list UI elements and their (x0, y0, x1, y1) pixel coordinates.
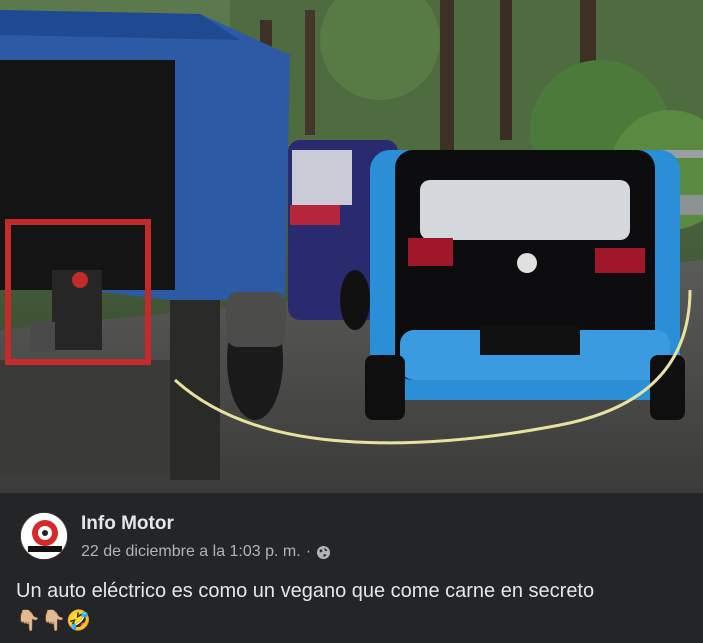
pointing-down-emoji-icon: 👇🏼 (16, 610, 41, 632)
post-meta: 22 de diciembre a la 1:03 p. m. · (81, 543, 331, 561)
post-emojis: 👇🏼 👇🏼 🤣 (16, 608, 91, 634)
post-photo[interactable] (0, 0, 703, 493)
rolling-laughing-emoji-icon: 🤣 (66, 610, 91, 632)
photo-generator-trailer-car (0, 0, 703, 493)
meta-separator: · (305, 543, 312, 560)
globe-icon[interactable] (316, 545, 331, 560)
page-avatar[interactable] (20, 512, 68, 560)
page-name-link[interactable]: Info Motor (81, 513, 174, 535)
post-timestamp[interactable]: 22 de diciembre a la 1:03 p. m. (81, 543, 301, 561)
post-text: Un auto eléctrico es como un vegano que … (16, 580, 595, 602)
pointing-down-emoji-icon: 👇🏼 (41, 610, 66, 632)
info-motor-logo-icon (21, 513, 67, 559)
